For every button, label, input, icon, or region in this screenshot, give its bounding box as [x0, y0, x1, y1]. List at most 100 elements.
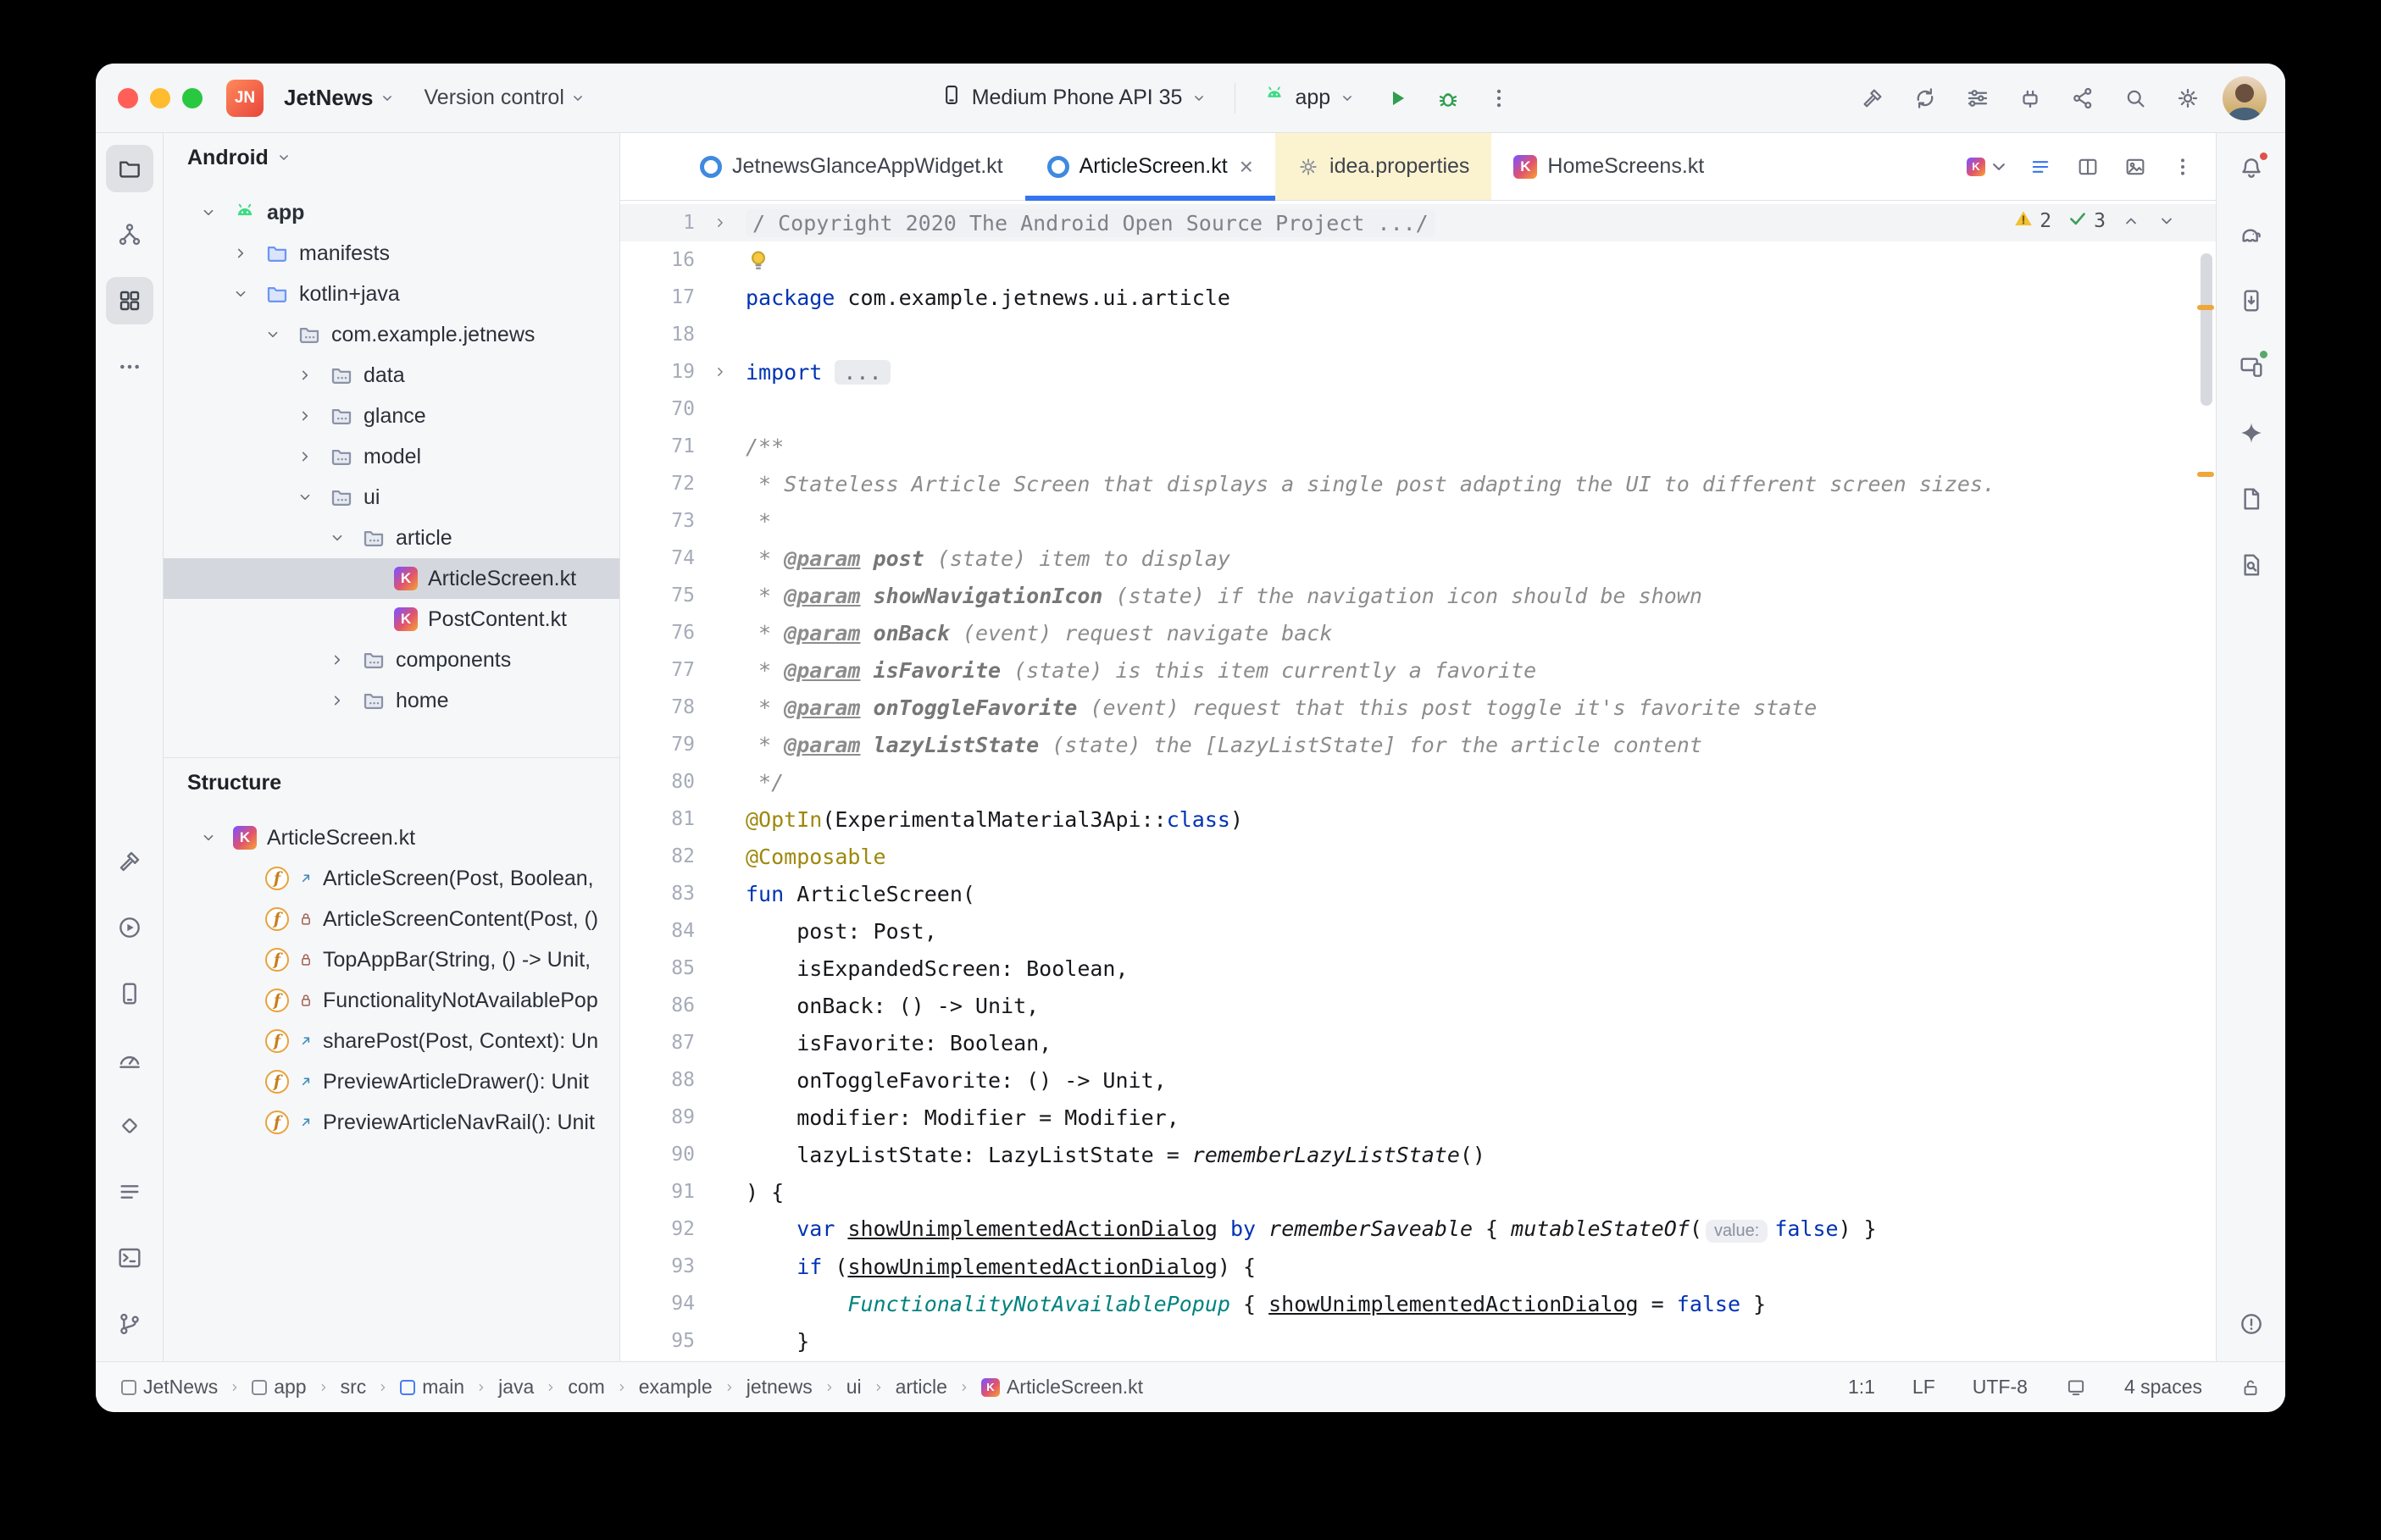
- code-line-84[interactable]: 84 post: Post,: [620, 912, 2216, 950]
- chevron-down-icon[interactable]: [291, 488, 319, 507]
- project-tree-item-com-example-jetnews[interactable]: com.example.jetnews: [164, 314, 619, 355]
- line-number[interactable]: 77: [620, 659, 695, 681]
- line-number[interactable]: 17: [620, 286, 695, 308]
- line-number[interactable]: 16: [620, 249, 695, 271]
- code-with-me-icon[interactable]: [2063, 79, 2102, 118]
- line-number[interactable]: 82: [620, 845, 695, 867]
- tab-jetnewsglanceappwidget-kt[interactable]: JetnewsGlanceAppWidget.kt: [678, 133, 1025, 200]
- structure-tree-item-sharepost-post-context-un[interactable]: fsharePost(Post, Context): Un: [164, 1021, 619, 1061]
- line-separator[interactable]: LF: [1912, 1376, 1935, 1399]
- split-editor-icon[interactable]: [2070, 149, 2106, 185]
- line-number[interactable]: 89: [620, 1106, 695, 1128]
- gradle-icon[interactable]: [2228, 211, 2275, 258]
- line-number[interactable]: 87: [620, 1032, 695, 1054]
- structure-tree-item-articlescreencontent-post[interactable]: fArticleScreenContent(Post, (): [164, 899, 619, 939]
- line-number[interactable]: 91: [620, 1181, 695, 1203]
- line-number[interactable]: 70: [620, 398, 695, 420]
- breadcrumb-ui[interactable]: ui: [846, 1376, 862, 1399]
- app-quality-insights-icon[interactable]: [106, 1102, 153, 1149]
- build-icon[interactable]: [106, 838, 153, 885]
- code-line-72[interactable]: 72 * Stateless Article Screen that displ…: [620, 465, 2216, 502]
- code-line-88[interactable]: 88 onToggleFavorite: () -> Unit,: [620, 1061, 2216, 1099]
- editor-more-options-icon[interactable]: [2165, 149, 2201, 185]
- indent-size[interactable]: 4 spaces: [2124, 1376, 2202, 1399]
- line-number[interactable]: 71: [620, 435, 695, 457]
- tab-articlescreen-kt[interactable]: ArticleScreen.kt×: [1025, 133, 1275, 200]
- run-button[interactable]: [1378, 79, 1417, 118]
- line-number[interactable]: 88: [620, 1069, 695, 1091]
- line-number[interactable]: 72: [620, 473, 695, 495]
- breadcrumb-java[interactable]: java: [498, 1376, 534, 1399]
- code-line-80[interactable]: 80 */: [620, 763, 2216, 800]
- code-line-83[interactable]: 83fun ArticleScreen(: [620, 875, 2216, 912]
- intention-bulb-icon[interactable]: [746, 247, 771, 273]
- display-icon[interactable]: [2065, 1377, 2087, 1399]
- fold-chevron-icon[interactable]: [695, 214, 746, 231]
- warnings-indicator[interactable]: 2: [2012, 208, 2051, 235]
- fold-chevron-icon[interactable]: [695, 363, 746, 380]
- chevron-down-icon[interactable]: [194, 828, 223, 847]
- project-tree-item-manifests[interactable]: manifests: [164, 233, 619, 274]
- compose-preview-icon[interactable]: [2228, 475, 2275, 523]
- close-tab-icon[interactable]: ×: [1240, 155, 1253, 179]
- editor-scrollbar[interactable]: [2201, 253, 2212, 406]
- profiler-icon[interactable]: [106, 1036, 153, 1083]
- project-tree-item-data[interactable]: data: [164, 355, 619, 396]
- chevron-right-icon[interactable]: [323, 651, 352, 669]
- code-line-94[interactable]: 94 FunctionalityNotAvailablePopup { show…: [620, 1285, 2216, 1322]
- code-line-82[interactable]: 82@Composable: [620, 838, 2216, 875]
- editor-tab-list-icon[interactable]: [2023, 149, 2058, 185]
- line-number[interactable]: 86: [620, 994, 695, 1017]
- zoom-window-button[interactable]: [182, 88, 203, 108]
- code-line-76[interactable]: 76 * @param onBack (event) request navig…: [620, 614, 2216, 651]
- code-line-1[interactable]: 1/ Copyright 2020 The Android Open Sourc…: [620, 204, 2216, 241]
- build-project-icon[interactable]: [1853, 79, 1892, 118]
- project-tree-item-model[interactable]: model: [164, 436, 619, 477]
- breadcrumb-articlescreen-kt[interactable]: KArticleScreen.kt: [981, 1376, 1143, 1399]
- app-inspection-icon[interactable]: [2228, 541, 2275, 589]
- chevron-right-icon[interactable]: [323, 691, 352, 710]
- gemini-icon[interactable]: [2228, 409, 2275, 457]
- debug-button[interactable]: [1429, 79, 1468, 118]
- code-line-19[interactable]: 19import ...: [620, 353, 2216, 391]
- structure-tree-item-articlescreen-post-boolean[interactable]: fArticleScreen(Post, Boolean,: [164, 858, 619, 899]
- run-configuration-selector[interactable]: app: [1252, 76, 1366, 119]
- device-manager-icon[interactable]: [106, 970, 153, 1017]
- close-window-button[interactable]: [118, 88, 138, 108]
- project-tree-item-glance[interactable]: glance: [164, 396, 619, 436]
- file-encoding[interactable]: UTF-8: [1973, 1376, 2028, 1399]
- line-number[interactable]: 74: [620, 547, 695, 569]
- project-view-selector[interactable]: Android: [187, 146, 269, 170]
- chevron-right-icon[interactable]: [291, 447, 319, 466]
- line-number[interactable]: 76: [620, 622, 695, 644]
- previous-highlight-button[interactable]: [2121, 211, 2141, 231]
- chevron-right-icon[interactable]: [226, 244, 255, 263]
- code-line-74[interactable]: 74 * @param post (state) item to display: [620, 540, 2216, 577]
- line-number[interactable]: 80: [620, 771, 695, 793]
- breadcrumb-jetnews[interactable]: jetnews: [746, 1376, 813, 1399]
- structure-tree-item-topappbar-string-unit[interactable]: fTopAppBar(String, () -> Unit,: [164, 939, 619, 980]
- code-line-17[interactable]: 17package com.example.jetnews.ui.article: [620, 279, 2216, 316]
- code-line-70[interactable]: 70: [620, 391, 2216, 428]
- warning-stripe-mark[interactable]: [2197, 305, 2214, 310]
- line-number[interactable]: 94: [620, 1293, 695, 1315]
- code-line-92[interactable]: 92 var showUnimplementedActionDialog by …: [620, 1210, 2216, 1248]
- chevron-right-icon[interactable]: [291, 366, 319, 385]
- line-number[interactable]: 81: [620, 808, 695, 830]
- code-editor[interactable]: 1/ Copyright 2020 The Android Open Sourc…: [620, 201, 2216, 1361]
- code-line-71[interactable]: 71/**: [620, 428, 2216, 465]
- line-number[interactable]: 1: [620, 212, 695, 234]
- terminal-icon[interactable]: [106, 1234, 153, 1282]
- settings-icon[interactable]: [2168, 79, 2207, 118]
- code-line-16[interactable]: 16: [620, 241, 2216, 279]
- code-line-95[interactable]: 95 }: [620, 1322, 2216, 1360]
- device-explorer-icon[interactable]: [2228, 277, 2275, 324]
- device-preview-icon[interactable]: [2117, 149, 2153, 185]
- running-devices-icon[interactable]: [2228, 343, 2275, 391]
- line-number[interactable]: 75: [620, 584, 695, 607]
- search-everywhere-icon[interactable]: [2116, 79, 2155, 118]
- readonly-lock-icon[interactable]: [2239, 1377, 2262, 1399]
- code-line-77[interactable]: 77 * @param isFavorite (state) is this i…: [620, 651, 2216, 689]
- structure-tree-item-articlescreen-kt[interactable]: KArticleScreen.kt: [164, 817, 619, 858]
- project-tree-item-postcontent-kt[interactable]: KPostContent.kt: [164, 599, 619, 640]
